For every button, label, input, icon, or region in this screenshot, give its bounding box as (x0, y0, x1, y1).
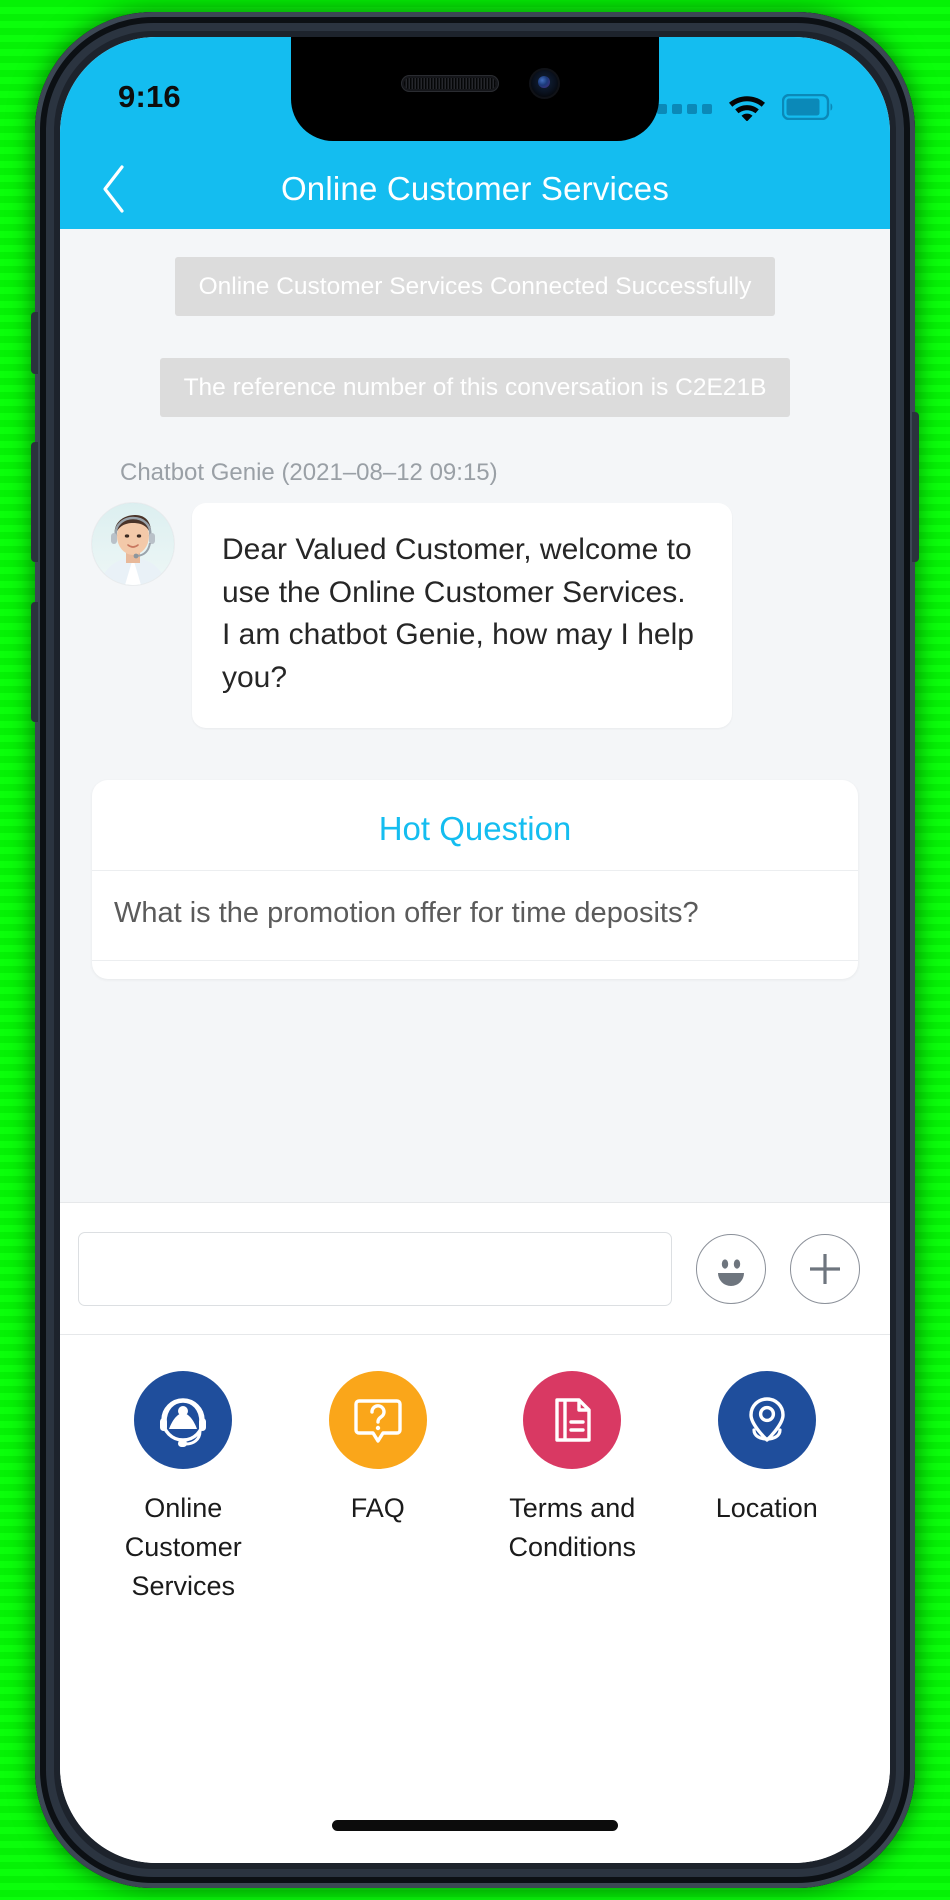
quick-actions-bar: Online Customer Services FAQ Terms and C… (60, 1334, 890, 1607)
system-message: The reference number of this conversatio… (159, 358, 791, 418)
phone-notch (291, 37, 659, 141)
tool-terms-and-conditions[interactable]: Terms and Conditions (475, 1371, 670, 1567)
back-button[interactable] (84, 159, 144, 219)
nav-bar: Online Customer Services (60, 149, 890, 229)
add-attachment-button[interactable] (790, 1233, 860, 1304)
document-icon (523, 1371, 622, 1470)
tool-online-customer-services[interactable]: Online Customer Services (86, 1371, 281, 1606)
battery-icon (781, 93, 834, 125)
chat-message-list[interactable]: Online Customer Services Connected Succe… (60, 229, 890, 1203)
headset-agent-icon (134, 1371, 233, 1470)
home-indicator-area (60, 1606, 890, 1863)
tool-label: Location (715, 1493, 818, 1524)
plus-circle-icon (810, 1253, 840, 1284)
message-sender-timestamp: Chatbot Genie (2021–08–12 09:15) (120, 459, 498, 487)
question-speech-bubble-icon (328, 1371, 427, 1470)
message-input[interactable] (78, 1231, 672, 1306)
tool-label: Terms and Conditions (508, 1493, 637, 1563)
hot-question-card: Hot Question What is the promotion offer… (92, 779, 858, 979)
page-title: Online Customer Services (280, 170, 670, 207)
message-composer (60, 1202, 890, 1335)
status-clock: 9:16 (118, 79, 181, 114)
phone-device-frame: 9:16 Online Customer Services Online Cus… (31, 12, 919, 1888)
status-icons-group (657, 93, 834, 126)
agent-avatar (92, 503, 174, 586)
tool-location[interactable]: Location (670, 1371, 865, 1528)
tool-label: Online Customer Services (124, 1493, 242, 1602)
chat-message: Dear Valued Customer, welcome to use the… (82, 503, 868, 728)
wifi-icon (728, 93, 766, 126)
hot-question-title: Hot Question (378, 809, 572, 847)
tool-label: FAQ (350, 1493, 405, 1524)
system-message: Online Customer Services Connected Succe… (174, 257, 776, 317)
map-pin-icon (717, 1371, 816, 1470)
earpiece-speaker-icon (401, 75, 499, 92)
hot-question-item[interactable]: What is the promotion offer for time dep… (92, 869, 858, 961)
chevron-left-icon (103, 165, 124, 213)
smiley-face-icon (718, 1258, 744, 1286)
front-camera-icon (529, 68, 560, 99)
home-indicator[interactable] (332, 1820, 618, 1832)
power-button[interactable] (912, 412, 919, 562)
message-bubble: Dear Valued Customer, welcome to use the… (192, 503, 732, 728)
tool-faq[interactable]: FAQ (281, 1371, 476, 1528)
cellular-dots-icon (657, 104, 712, 114)
phone-screen: 9:16 Online Customer Services Online Cus… (60, 37, 890, 1863)
emoji-button[interactable] (696, 1233, 766, 1304)
